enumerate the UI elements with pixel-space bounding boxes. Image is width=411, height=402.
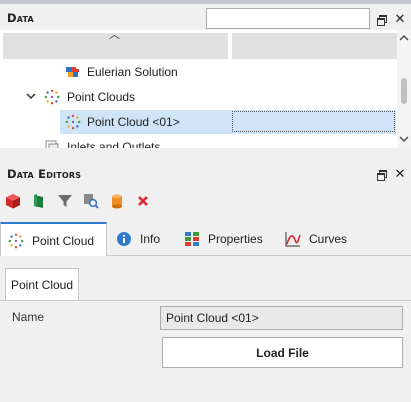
data-panel-title: Data <box>7 11 34 25</box>
tab-label: Properties <box>208 232 263 246</box>
info-icon <box>116 231 132 247</box>
point-cloud-icon <box>8 233 24 249</box>
editors-close-button[interactable]: ✕ <box>393 166 407 181</box>
tree-item-label: Inlets and Outlets <box>67 140 161 148</box>
tree-item-eulerian-solution[interactable]: Eulerian Solution <box>0 60 396 84</box>
data-editors-header: Data Editors ✕ <box>0 160 411 186</box>
data-tree-scrollbar[interactable] <box>397 30 411 148</box>
sort-up-icon[interactable]: ︿ <box>109 30 120 42</box>
tree-value-cell[interactable] <box>232 111 395 132</box>
green-flag-icon <box>31 193 47 212</box>
close-icon: ✕ <box>394 166 406 181</box>
tab-label: Curves <box>309 232 348 246</box>
restore-icon <box>376 15 387 26</box>
scroll-down-icon[interactable] <box>399 134 409 144</box>
toolbar-button-cylinder[interactable] <box>108 193 126 211</box>
properties-icon <box>184 231 200 247</box>
tab-info[interactable]: Info <box>116 222 160 256</box>
restore-icon <box>376 170 387 181</box>
toolbar-button-inspect[interactable] <box>82 193 100 211</box>
cylinder-icon <box>109 193 125 212</box>
toolbar-button-flag[interactable] <box>30 193 48 211</box>
subtab-divider <box>0 300 411 301</box>
name-field[interactable]: Point Cloud <01> <box>160 306 403 330</box>
tree-item-label: Point Clouds <box>67 90 136 104</box>
editors-restore-button[interactable] <box>374 167 388 181</box>
delete-icon <box>135 193 151 212</box>
eulerian-solution-icon <box>65 64 81 80</box>
tab-properties[interactable]: Properties <box>184 222 263 256</box>
data-search-input[interactable] <box>206 8 370 29</box>
subtab-point-cloud[interactable]: Point Cloud <box>5 268 79 300</box>
data-panel-restore-button[interactable] <box>374 12 388 26</box>
tree-item-label: Eulerian Solution <box>87 65 178 79</box>
editor-tabs: Point Cloud Info Properties Curves <box>0 222 411 257</box>
point-cloud-editor: Point Cloud Name Point Cloud <01> Load F… <box>0 256 411 402</box>
close-icon: ✕ <box>394 11 406 26</box>
scrollbar-thumb[interactable] <box>401 78 407 104</box>
data-editors-title: Data Editors <box>7 167 82 181</box>
red-cube-icon <box>5 193 21 212</box>
data-panel-close-button[interactable]: ✕ <box>393 11 407 26</box>
toolbar-button-filter[interactable] <box>56 193 74 211</box>
scroll-up-icon[interactable] <box>399 33 409 43</box>
data-tree[interactable]: ︿ Eulerian Solution Point Clouds Point C… <box>0 30 411 148</box>
toolbar-button-create[interactable] <box>4 193 22 211</box>
tree-item-inlets-and-outlets[interactable]: Inlets and Outlets <box>0 135 396 148</box>
search-data-icon <box>83 193 99 212</box>
filter-icon <box>57 193 73 212</box>
editors-toolbar <box>0 193 411 213</box>
point-cloud-icon <box>44 89 60 108</box>
tab-label: Point Cloud <box>32 233 95 248</box>
load-file-button[interactable]: Load File <box>162 337 403 368</box>
inlets-outlets-icon <box>44 139 60 148</box>
point-cloud-icon <box>65 114 81 133</box>
chevron-down-icon[interactable] <box>25 89 37 103</box>
tab-point-cloud[interactable]: Point Cloud <box>0 222 107 257</box>
name-label: Name <box>12 310 45 324</box>
tab-label: Info <box>140 232 161 246</box>
tab-curves[interactable]: Curves <box>285 222 347 256</box>
data-panel-header: Data ✕ <box>0 4 411 30</box>
tree-column-header-value[interactable] <box>232 33 397 59</box>
curves-icon <box>285 231 301 247</box>
tree-item-point-clouds[interactable]: Point Clouds <box>0 85 396 109</box>
toolbar-button-delete[interactable] <box>134 193 152 211</box>
tree-item-label: Point Cloud <01> <box>87 115 180 129</box>
